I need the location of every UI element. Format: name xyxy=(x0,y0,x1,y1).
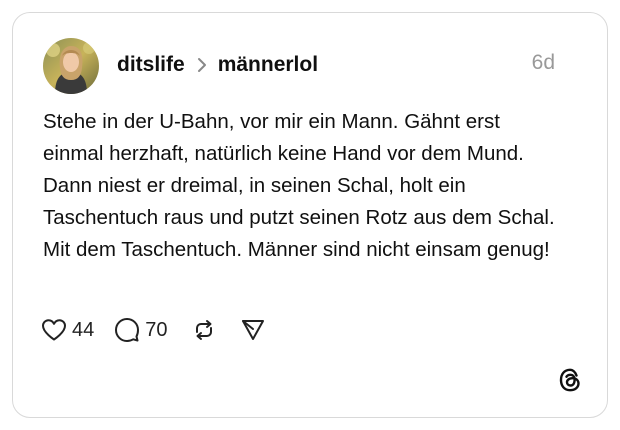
avatar-image xyxy=(43,38,99,94)
post-card: ditslife männerlol 6d Stehe in der U-Bah… xyxy=(12,12,608,418)
comment-count: 70 xyxy=(145,318,168,341)
post-timestamp: 6d xyxy=(531,51,555,74)
chevron-right-icon xyxy=(197,57,207,73)
post-header: ditslife männerlol xyxy=(117,50,318,80)
post-text: Stehe in der U-Bahn, vor mir ein Mann. G… xyxy=(43,110,555,261)
heart-icon xyxy=(42,319,66,341)
post-actions: 44 70 xyxy=(41,315,266,345)
comment-bubble-icon xyxy=(115,318,140,342)
like-count: 44 xyxy=(72,318,95,341)
author-name[interactable]: ditslife xyxy=(117,53,185,77)
like-button[interactable]: 44 xyxy=(41,318,94,342)
threads-logo-icon[interactable] xyxy=(557,367,583,393)
send-icon xyxy=(241,320,264,340)
repost-button[interactable] xyxy=(192,318,216,342)
community-name[interactable]: männerlol xyxy=(218,53,318,77)
repost-icon xyxy=(195,320,212,340)
comment-button[interactable]: 70 xyxy=(114,317,168,343)
avatar[interactable] xyxy=(43,38,99,94)
share-button[interactable] xyxy=(240,318,266,342)
